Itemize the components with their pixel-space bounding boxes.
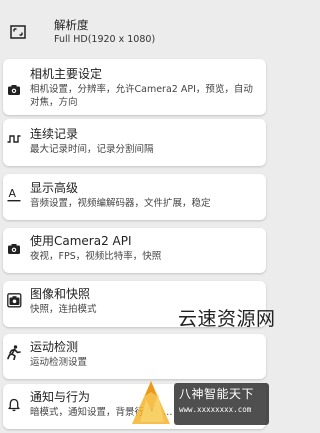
- watermark-logo: [128, 378, 174, 428]
- watermark-brand-url: www.xxxxxxxx.com: [179, 405, 252, 414]
- card-title: 相机主要设定: [30, 67, 103, 81]
- watermark-brand: 八神智能天下 www.xxxxxxxx.com: [174, 383, 269, 425]
- settings-card-advanced-display[interactable]: A 显示高级 音频设置，视频编解码器，文件扩展，稳定: [3, 174, 266, 220]
- resolution-value: Full HD(1920 x 1080): [54, 34, 156, 45]
- aspect-ratio-icon: [10, 24, 26, 39]
- running-person-icon: [7, 345, 21, 360]
- card-title: 运动检测: [30, 340, 79, 354]
- watermark-site-text: 云速资源网: [178, 308, 276, 330]
- camera-icon: [7, 242, 21, 256]
- resolution-title: 解析度: [54, 18, 89, 32]
- bell-icon: [7, 398, 21, 412]
- camera-burst-icon: [7, 293, 22, 308]
- resolution-setting[interactable]: 解析度 Full HD(1920 x 1080): [0, 0, 269, 56]
- card-desc: 相机设置，分辨率，允许Camera2 API，预览，自动对焦，方向: [30, 84, 253, 108]
- card-desc: 音频设置，视频编解码器，文件扩展，稳定: [30, 198, 211, 209]
- camera-icon: [7, 83, 21, 97]
- card-title: 显示高级: [30, 181, 79, 195]
- card-desc: 运动检测设置: [30, 357, 88, 368]
- settings-card-motion-detection[interactable]: 运动检测 运动检测设置: [3, 334, 266, 379]
- card-desc: 最大记录时间，记录分割间隔: [30, 144, 154, 155]
- pulse-wave-icon: [7, 132, 21, 146]
- settings-card-continuous-recording[interactable]: 连续记录 最大记录时间，记录分割间隔: [3, 119, 266, 166]
- card-title: 图像和快照: [30, 287, 91, 301]
- watermark-brand-name: 八神智能天下: [179, 387, 255, 401]
- svg-text:A: A: [9, 187, 17, 200]
- card-title: 连续记录: [30, 127, 79, 141]
- card-title: 使用Camera2 API: [30, 234, 132, 248]
- settings-card-camera-main[interactable]: 相机主要设定 相机设置，分辨率，允许Camera2 API，预览，自动对焦，方向: [3, 59, 266, 115]
- card-desc: 夜视，FPS，视频比特率，快照: [30, 251, 162, 262]
- settings-card-camera2-api[interactable]: 使用Camera2 API 夜视，FPS，视频比特率，快照: [3, 228, 266, 273]
- text-format-icon: A: [7, 187, 21, 202]
